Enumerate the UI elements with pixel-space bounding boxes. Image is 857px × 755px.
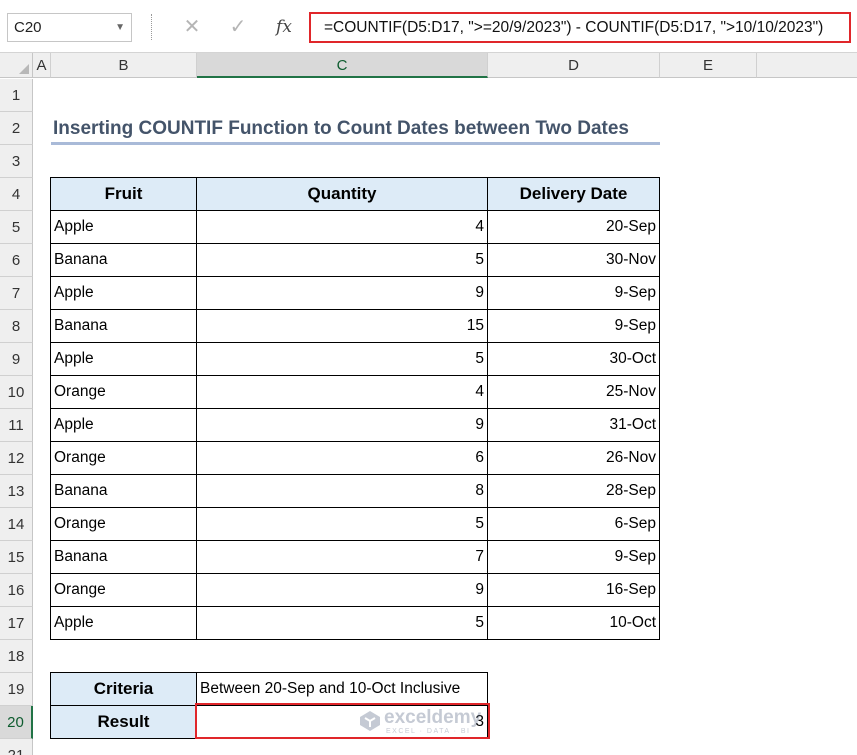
- table-cell-delivery-date[interactable]: 9-Sep: [488, 310, 660, 343]
- column-header-e[interactable]: E: [660, 53, 757, 78]
- row-header-18[interactable]: 18: [0, 640, 33, 673]
- watermark-name: exceldemy: [384, 707, 482, 728]
- table-cell-fruit[interactable]: Apple: [51, 211, 197, 244]
- row-header-3[interactable]: 3: [0, 145, 33, 178]
- table-cell-fruit[interactable]: Orange: [51, 574, 197, 607]
- name-box-value: C20: [14, 19, 42, 36]
- column-header-b[interactable]: B: [51, 53, 197, 78]
- table-cell-delivery-date[interactable]: 9-Sep: [488, 277, 660, 310]
- table-cell-delivery-date[interactable]: 30-Oct: [488, 343, 660, 376]
- insert-function-icon[interactable]: fx: [270, 13, 298, 41]
- table-cell-delivery-date[interactable]: 9-Sep: [488, 541, 660, 574]
- formula-bar-grip[interactable]: [151, 14, 153, 40]
- table-cell-delivery-date[interactable]: 30-Nov: [488, 244, 660, 277]
- header-delivery-date[interactable]: Delivery Date: [488, 178, 660, 211]
- column-header-d[interactable]: D: [488, 53, 660, 78]
- row-header-6[interactable]: 6: [0, 244, 33, 277]
- table-cell-quantity[interactable]: 6: [197, 442, 488, 475]
- table-cell-quantity[interactable]: 9: [197, 409, 488, 442]
- exceldemy-logo-icon: [360, 711, 380, 731]
- formula-bar: C20 ▼ ✕ ✓ fx =COUNTIF(D5:D17, ">=20/9/20…: [0, 0, 857, 53]
- row-header-10[interactable]: 10: [0, 376, 33, 409]
- table-cell-delivery-date[interactable]: 20-Sep: [488, 211, 660, 244]
- row-header-17[interactable]: 17: [0, 607, 33, 640]
- sheet-title[interactable]: Inserting COUNTIF Function to Count Date…: [51, 112, 660, 145]
- formula-input[interactable]: =COUNTIF(D5:D17, ">=20/9/2023") - COUNTI…: [309, 12, 851, 43]
- table-cell-quantity[interactable]: 7: [197, 541, 488, 574]
- row-header-21[interactable]: 21: [0, 739, 33, 755]
- table-cell-fruit[interactable]: Apple: [51, 277, 197, 310]
- enter-icon[interactable]: ✓: [224, 13, 252, 41]
- chevron-down-icon[interactable]: ▼: [115, 14, 125, 41]
- table-cell-quantity[interactable]: 15: [197, 310, 488, 343]
- cancel-icon[interactable]: ✕: [178, 13, 206, 41]
- table-cell-fruit[interactable]: Banana: [51, 244, 197, 277]
- row-header-15[interactable]: 15: [0, 541, 33, 574]
- column-header-f[interactable]: [757, 53, 857, 78]
- table-cell-fruit[interactable]: Banana: [51, 310, 197, 343]
- table-cell-delivery-date[interactable]: 28-Sep: [488, 475, 660, 508]
- row-header-8[interactable]: 8: [0, 310, 33, 343]
- table-cell-fruit[interactable]: Apple: [51, 409, 197, 442]
- table-cell-delivery-date[interactable]: 31-Oct: [488, 409, 660, 442]
- column-header-a[interactable]: A: [33, 53, 51, 78]
- table-cell-quantity[interactable]: 5: [197, 607, 488, 640]
- table-cell-fruit[interactable]: Apple: [51, 343, 197, 376]
- exceldemy-watermark: exceldemy EXCEL · DATA · BI: [356, 705, 496, 739]
- row-header-7[interactable]: 7: [0, 277, 33, 310]
- table-cell-fruit[interactable]: Apple: [51, 607, 197, 640]
- row-header-12[interactable]: 12: [0, 442, 33, 475]
- header-fruit[interactable]: Fruit: [51, 178, 197, 211]
- table-cell-quantity[interactable]: 9: [197, 277, 488, 310]
- table-cell-delivery-date[interactable]: 25-Nov: [488, 376, 660, 409]
- row-header-9[interactable]: 9: [0, 343, 33, 376]
- row-header-13[interactable]: 13: [0, 475, 33, 508]
- row-header-2[interactable]: 2: [0, 112, 33, 145]
- row-header-20[interactable]: 20: [0, 706, 33, 739]
- table-cell-quantity[interactable]: 5: [197, 508, 488, 541]
- table-cell-quantity[interactable]: 5: [197, 343, 488, 376]
- table-cell-delivery-date[interactable]: 10-Oct: [488, 607, 660, 640]
- table-cell-delivery-date[interactable]: 16-Sep: [488, 574, 660, 607]
- column-header-c[interactable]: C: [197, 53, 488, 78]
- table-cell-fruit[interactable]: Orange: [51, 508, 197, 541]
- criteria-value[interactable]: Between 20-Sep and 10-Oct Inclusive: [197, 673, 488, 706]
- row-header-19[interactable]: 19: [0, 673, 33, 706]
- row-header-4[interactable]: 4: [0, 178, 33, 211]
- name-box[interactable]: C20 ▼: [7, 13, 132, 42]
- select-all-corner[interactable]: [0, 53, 33, 78]
- header-quantity[interactable]: Quantity: [197, 178, 488, 211]
- table-cell-fruit[interactable]: Banana: [51, 475, 197, 508]
- table-cell-delivery-date[interactable]: 26-Nov: [488, 442, 660, 475]
- watermark-tagline: EXCEL · DATA · BI: [386, 728, 471, 735]
- table-cell-quantity[interactable]: 4: [197, 376, 488, 409]
- row-header-14[interactable]: 14: [0, 508, 33, 541]
- table-cell-quantity[interactable]: 4: [197, 211, 488, 244]
- row-header-16[interactable]: 16: [0, 574, 33, 607]
- table-cell-fruit[interactable]: Orange: [51, 376, 197, 409]
- criteria-label[interactable]: Criteria: [51, 673, 197, 706]
- table-cell-fruit[interactable]: Banana: [51, 541, 197, 574]
- row-header-11[interactable]: 11: [0, 409, 33, 442]
- table-cell-delivery-date[interactable]: 6-Sep: [488, 508, 660, 541]
- row-header-1[interactable]: 1: [0, 79, 33, 112]
- row-header-5[interactable]: 5: [0, 211, 33, 244]
- table-cell-quantity[interactable]: 5: [197, 244, 488, 277]
- table-cell-quantity[interactable]: 9: [197, 574, 488, 607]
- table-cell-quantity[interactable]: 8: [197, 475, 488, 508]
- table-cell-fruit[interactable]: Orange: [51, 442, 197, 475]
- result-label[interactable]: Result: [51, 706, 197, 739]
